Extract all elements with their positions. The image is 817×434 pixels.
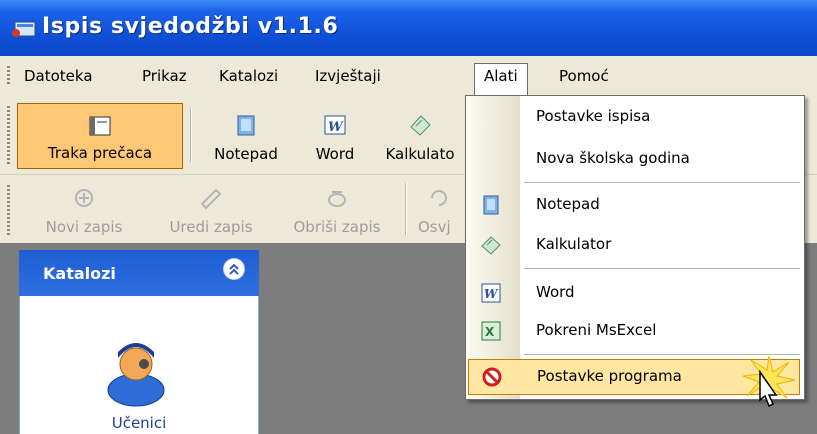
excel-menu-label: Pokreni MsExcel (536, 321, 657, 339)
word-label: Word (315, 145, 355, 163)
menu-katalozi[interactable]: Katalozi (209, 64, 288, 90)
catalog-panel-body: Učenici (19, 296, 259, 434)
collapse-button[interactable] (223, 258, 245, 280)
svg-text:W: W (328, 120, 344, 135)
no-entry-icon (482, 367, 502, 387)
menu-item-word[interactable]: W Word (466, 276, 804, 310)
calculator-menu-label: Kalkulator (536, 235, 612, 253)
chevron-up-icon (229, 263, 239, 275)
print-settings-label: Postavke ispisa (536, 107, 651, 125)
shortcut-bar-icon (89, 116, 111, 136)
calculator-label: Kalkulato (385, 145, 455, 163)
menu-item-calculator[interactable]: Kalkulator (466, 228, 804, 262)
catalog-panel-header[interactable]: Katalozi (19, 250, 259, 296)
edit-record-button[interactable]: Uredi zapis (145, 180, 277, 238)
menu-item-notepad[interactable]: Notepad (466, 188, 804, 222)
svg-text:W: W (484, 287, 499, 301)
edit-record-icon (200, 188, 222, 210)
menu-prikaz[interactable]: Prikaz (132, 64, 197, 90)
toolbar2-separator (405, 183, 407, 235)
app-icon (12, 21, 36, 37)
refresh-button[interactable]: Osvj (412, 180, 466, 238)
menu-bar: Datoteka Prikaz Katalozi Izvještaji Alat… (0, 56, 817, 96)
window-title: Ispis svjedodžbi v1.1.6 (42, 14, 339, 39)
delete-record-icon (328, 191, 346, 207)
new-record-button[interactable]: Novi zapis (14, 180, 154, 238)
menubar-grip[interactable] (7, 66, 10, 86)
delete-record-label: Obriši zapis (293, 218, 381, 236)
program-settings-label: Postavke programa (537, 367, 682, 385)
toolbar-separator (190, 108, 192, 162)
catalog-panel-title: Katalozi (43, 264, 116, 283)
new-record-icon (75, 189, 93, 207)
notepad-icon (237, 115, 255, 136)
toolbar2-grip[interactable] (7, 185, 10, 235)
word-button[interactable]: W Word (300, 103, 370, 169)
menu-pomoc[interactable]: Pomoć (549, 64, 619, 90)
word-icon: W (324, 115, 346, 135)
students-item[interactable] (100, 334, 172, 408)
svg-text:X: X (485, 325, 495, 339)
dropdown-separator (524, 268, 800, 269)
new-record-label: Novi zapis (45, 218, 123, 236)
refresh-icon (431, 190, 447, 206)
toolbar-grip[interactable] (7, 106, 10, 164)
shortcut-bar-label: Traka prečaca (47, 144, 153, 162)
calculator-button[interactable]: Kalkulato (375, 103, 465, 169)
dropdown-separator (524, 182, 800, 183)
tools-dropdown-menu: Postavke ispisa Nova školska godina Note… (465, 95, 805, 404)
students-label[interactable]: Učenici (20, 414, 258, 432)
menu-alati[interactable]: Alati (474, 63, 528, 96)
refresh-label: Osvj (418, 218, 451, 236)
excel-icon: X (481, 321, 501, 341)
delete-record-button[interactable]: Obriši zapis (272, 180, 402, 238)
word-menu-label: Word (536, 283, 575, 301)
menu-datoteka[interactable]: Datoteka (14, 64, 103, 90)
mouse-cursor-icon (759, 370, 778, 408)
notepad-label: Notepad (214, 145, 278, 163)
menu-item-excel[interactable]: X Pokreni MsExcel (466, 314, 804, 348)
edit-record-label: Uredi zapis (169, 218, 253, 236)
menu-item-print-settings[interactable]: Postavke ispisa (466, 100, 804, 134)
menu-item-new-school-year[interactable]: Nova školska godina (466, 142, 804, 176)
notepad-icon (483, 195, 499, 215)
calculator-icon (481, 236, 501, 255)
title-bar: Ispis svjedodžbi v1.1.6 (0, 0, 817, 56)
menu-izvjestaji[interactable]: Izvještaji (305, 64, 391, 90)
calculator-icon (410, 115, 431, 136)
new-school-year-label: Nova školska godina (536, 149, 690, 167)
student-icon (107, 343, 165, 407)
shortcut-bar-button[interactable]: Traka prečaca (17, 103, 183, 169)
word-icon: W (481, 283, 501, 303)
notepad-button[interactable]: Notepad (200, 103, 292, 169)
notepad-menu-label: Notepad (536, 195, 600, 213)
